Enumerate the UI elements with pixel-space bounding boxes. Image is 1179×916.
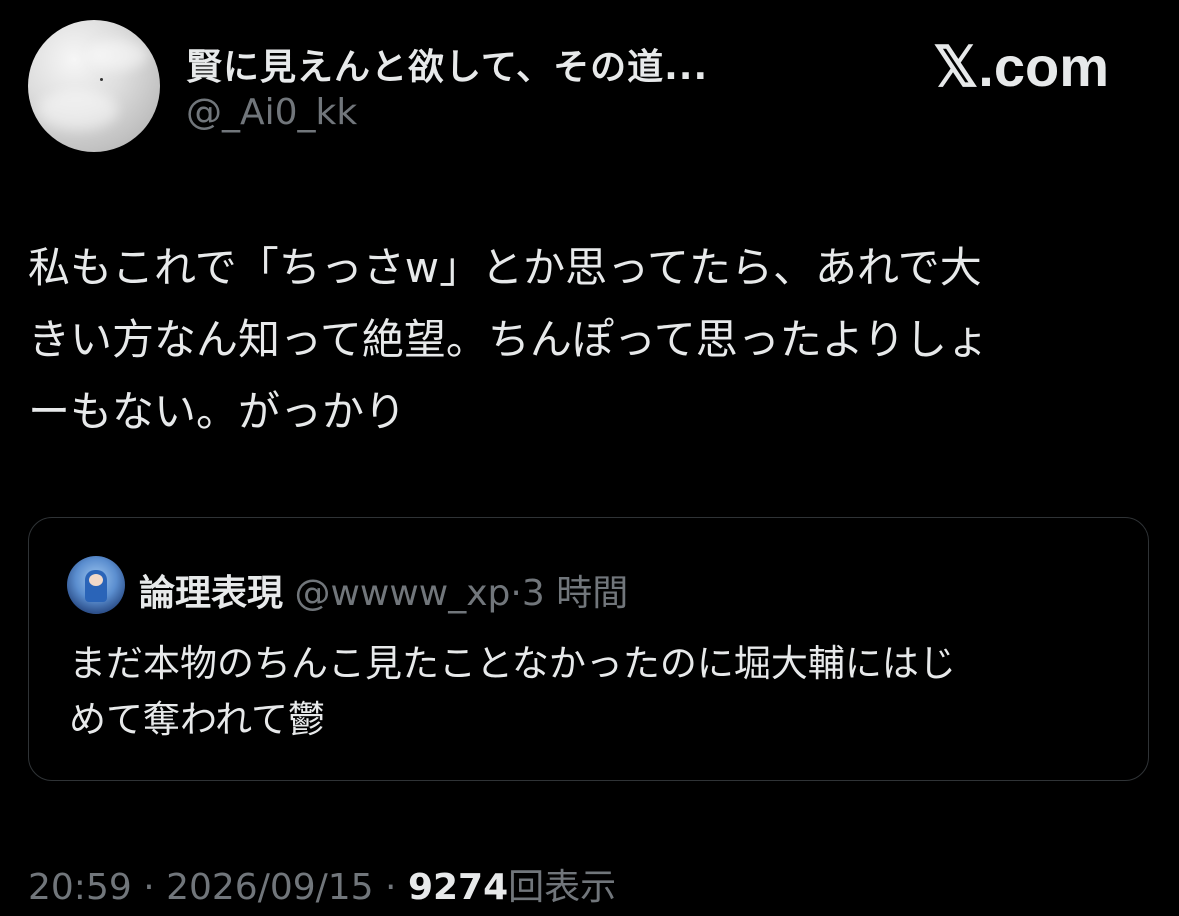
quoted-tweet-line: めて奪われて鬱 [69, 698, 326, 741]
meta-separator: · [373, 867, 408, 908]
tweet-date[interactable]: 2026/09/15 [166, 867, 374, 908]
meta-separator: · [510, 573, 522, 614]
brand-domain: .com [978, 35, 1109, 98]
avatar-face [89, 574, 103, 586]
author-avatar[interactable] [28, 20, 160, 152]
x-logo-icon: 𝕏 [933, 35, 979, 98]
quoted-tweet-line: まだ本物のちんこ見たことなかったのに堀大輔にはじ [69, 642, 956, 685]
author-display-name[interactable]: 賢に見えんと欲して、その道... [186, 38, 708, 90]
views-count[interactable]: 9274 [408, 867, 508, 908]
author-handle[interactable]: @_Ai0_kk [186, 92, 357, 133]
views-label: 回表示 [508, 867, 617, 908]
tweet-footer-meta: 20:59 · 2026/09/15 · 9274回表示 [28, 858, 616, 910]
meta-separator: · [131, 867, 167, 908]
quoted-tweet-meta: 論理表現 @wwww_xp·3 時間 [139, 564, 628, 616]
tweet-line: 私もこれで「ちっさw」とか思ってたら、あれで大 [28, 243, 982, 292]
quoted-author-handle[interactable]: @wwww_xp [294, 573, 510, 614]
avatar-bird-speck [100, 78, 103, 81]
tweet-time[interactable]: 20:59 [28, 867, 132, 908]
avatar-cloud [38, 90, 118, 130]
quoted-tweet-body: まだ本物のちんこ見たことなかったのに堀大輔にはじ めて奪われて鬱 [69, 636, 1129, 748]
tweet-line: きい方なん知って絶望。ちんぽって思ったよりしょ [28, 315, 989, 364]
quoted-author-name[interactable]: 論理表現 [139, 573, 283, 614]
tweet-line: ーもない。がっかり [28, 387, 407, 436]
quoted-author-avatar[interactable] [67, 556, 125, 614]
tweet-body: 私もこれで「ちっさw」とか思ってたら、あれで大 きい方なん知って絶望。ちんぽって… [28, 232, 1138, 448]
x-com-logo: 𝕏.com [933, 34, 1109, 100]
tweet-header: 賢に見えんと欲して、その道... @_Ai0_kk 𝕏.com [28, 20, 1151, 156]
quoted-tweet-card[interactable]: 論理表現 @wwww_xp·3 時間 まだ本物のちんこ見たことなかったのに堀大輔… [28, 517, 1149, 781]
avatar-cloud [88, 40, 148, 70]
quoted-tweet-time[interactable]: 3 時間 [522, 573, 628, 614]
